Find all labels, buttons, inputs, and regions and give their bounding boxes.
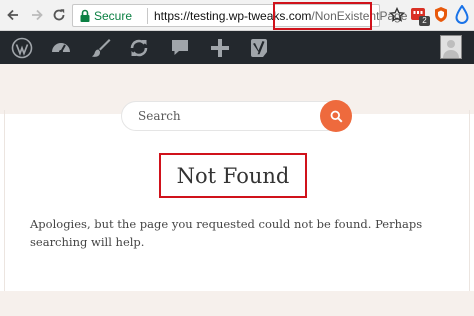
forward-button[interactable] — [28, 6, 46, 24]
url-path-highlight — [273, 2, 372, 30]
secure-label: Secure — [94, 9, 133, 23]
page-title-highlight: Not Found — [159, 153, 307, 198]
arrow-right-icon — [32, 9, 43, 21]
not-found-message: Apologies, but the page you requested co… — [30, 217, 423, 249]
page-title: Not Found — [176, 163, 290, 188]
search-icon — [330, 110, 343, 123]
search-input[interactable]: Search — [121, 101, 347, 131]
lock-icon — [80, 9, 90, 22]
reload-icon — [53, 9, 65, 21]
browser-toolbar: Secure https://testing.wp-tweaks.com/Non… — [0, 0, 474, 31]
arrow-left-icon — [7, 9, 18, 21]
shield-extension-icon[interactable] — [433, 6, 449, 23]
customize-brush-icon[interactable] — [90, 37, 112, 59]
water-drop-icon[interactable] — [455, 5, 469, 25]
updates-icon[interactable] — [128, 37, 150, 59]
add-new-icon[interactable] — [209, 37, 231, 59]
bookmark-star-icon[interactable] — [389, 7, 405, 23]
extension-badge: 2 — [419, 16, 430, 26]
footer-band — [0, 291, 474, 316]
url-separator — [147, 8, 148, 24]
right-content-border — [469, 110, 470, 316]
yoast-seo-icon[interactable] — [249, 37, 271, 59]
avatar-silhouette-icon — [443, 40, 459, 58]
user-avatar[interactable] — [440, 35, 462, 59]
wordpress-logo-icon[interactable] — [11, 37, 33, 59]
dashboard-icon[interactable] — [50, 37, 72, 59]
back-button[interactable] — [4, 6, 22, 24]
reload-button[interactable] — [50, 6, 68, 24]
left-content-border — [4, 110, 5, 316]
wp-admin-bar — [0, 31, 474, 64]
search-button[interactable] — [320, 100, 352, 132]
comments-icon[interactable] — [169, 37, 191, 59]
